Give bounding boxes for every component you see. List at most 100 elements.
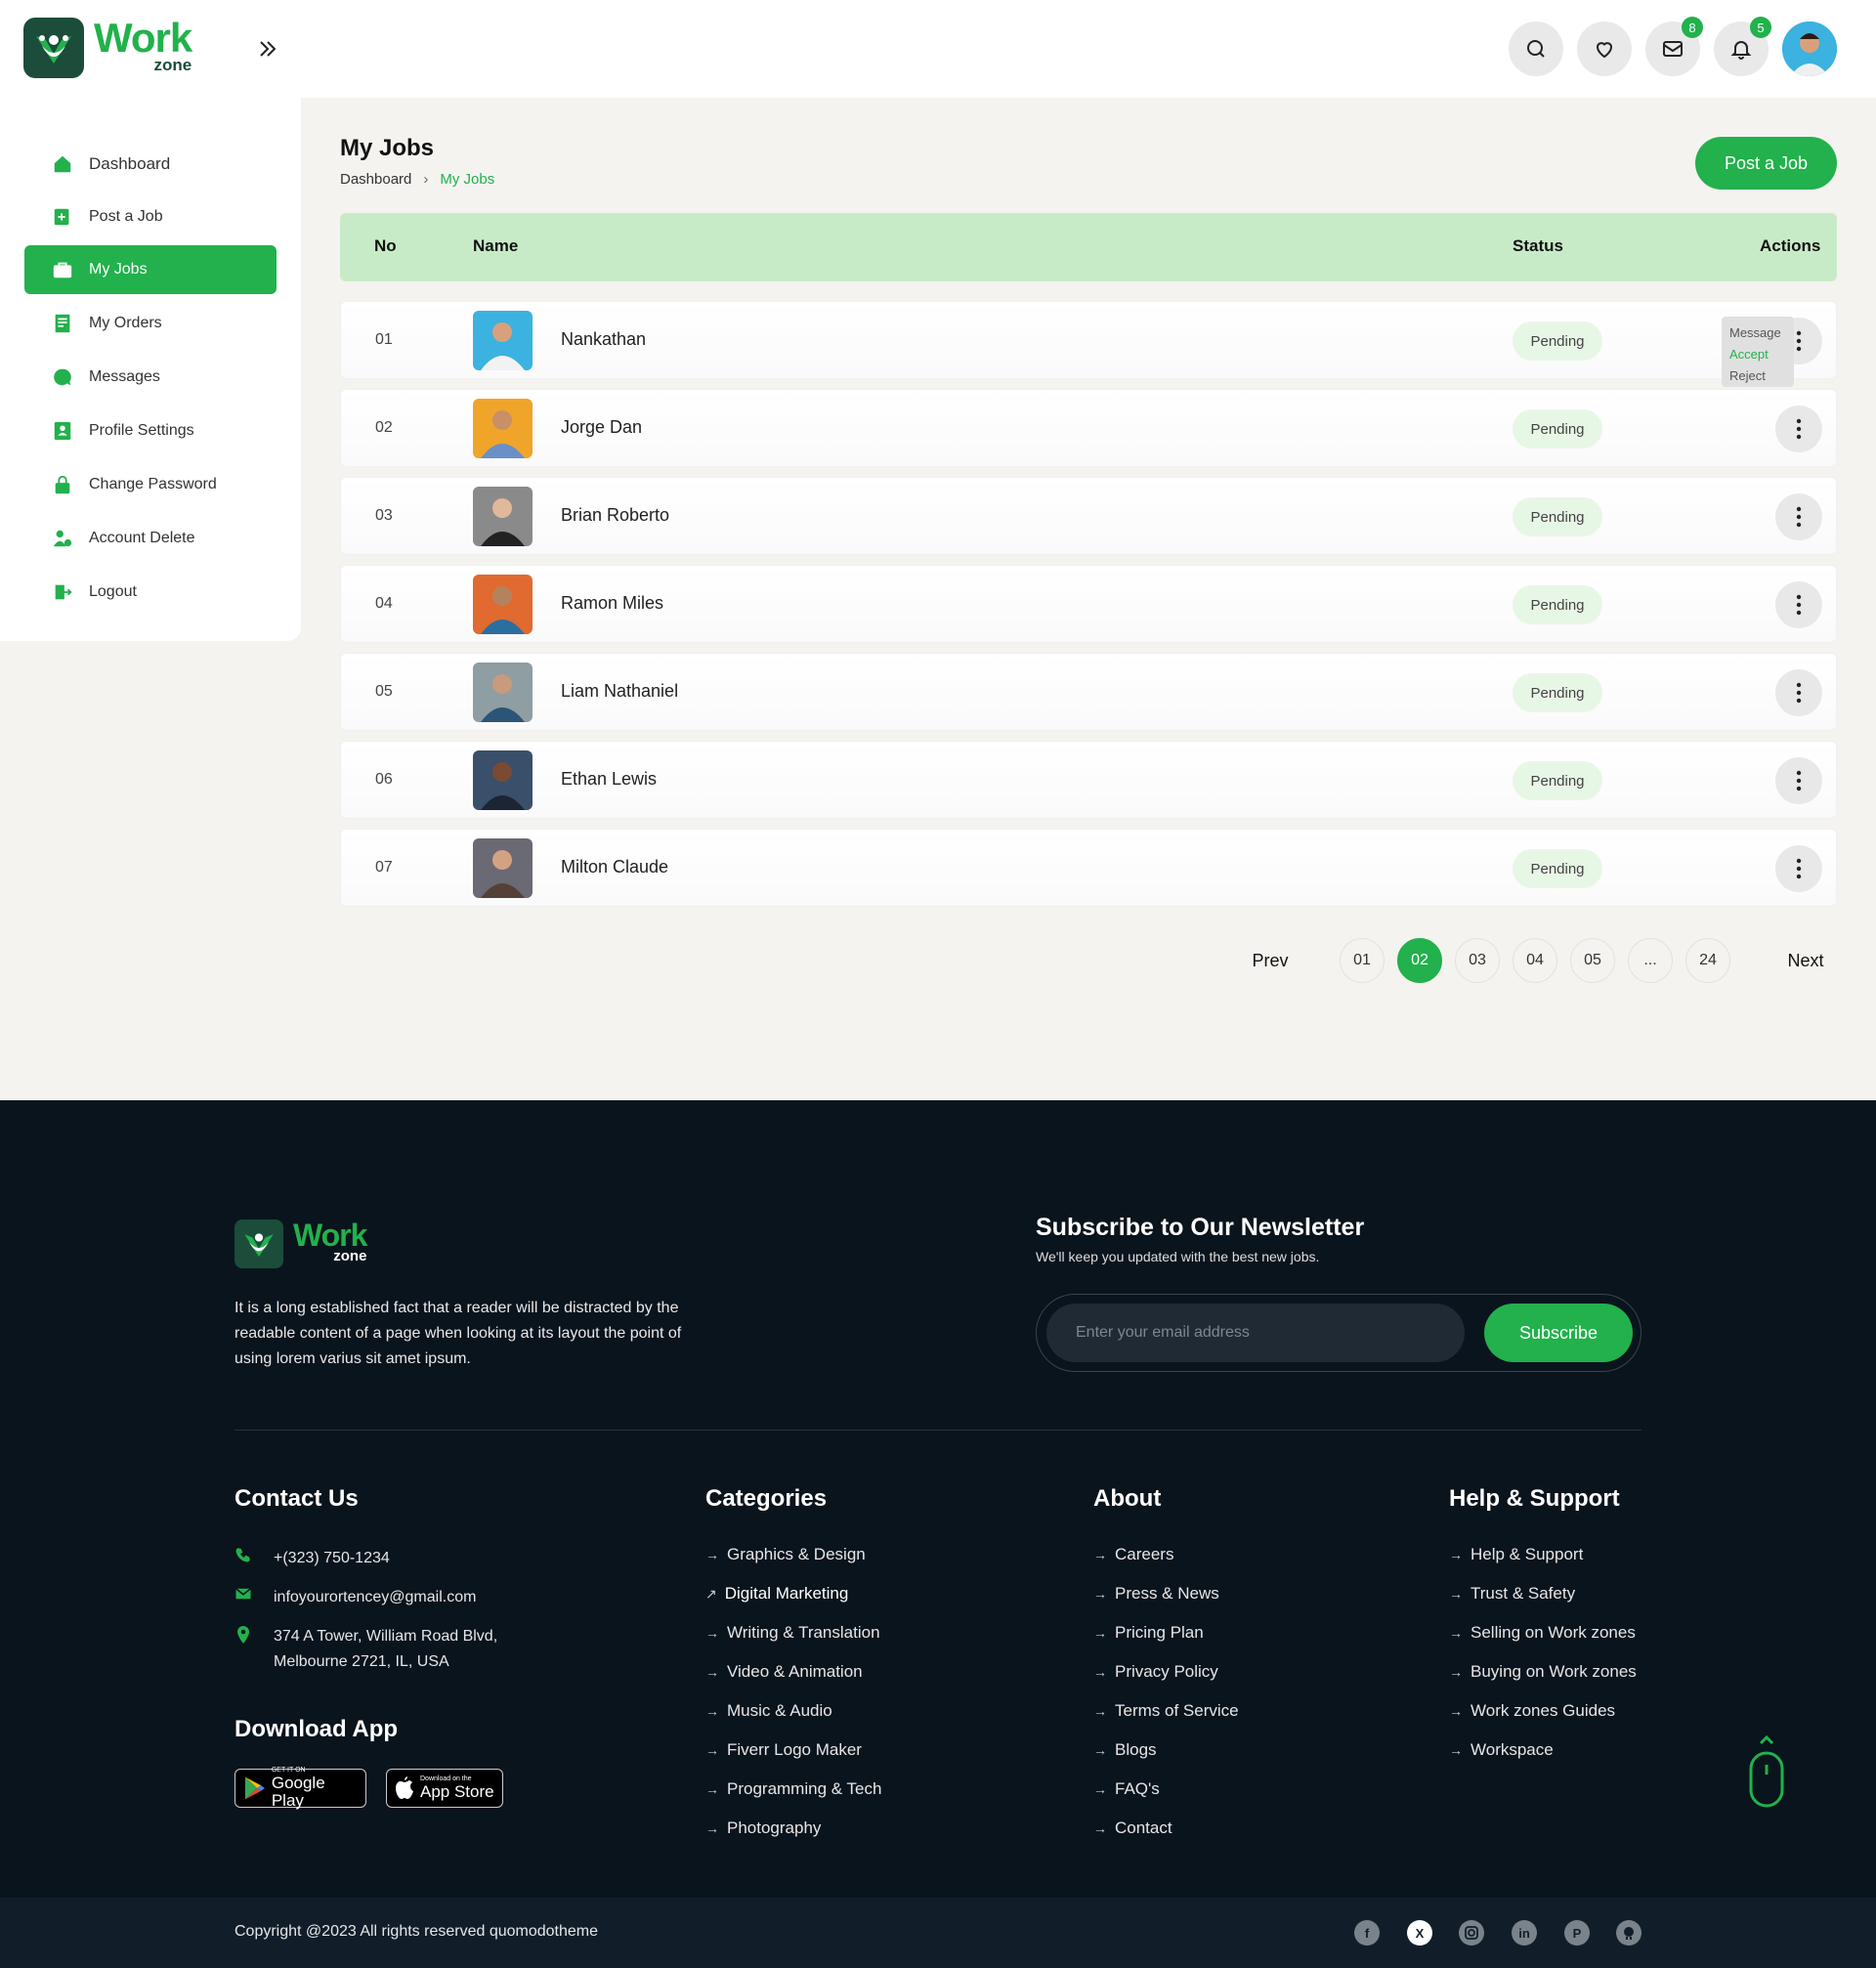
google-play-icon [244, 1776, 265, 1800]
subscribe-button[interactable]: Subscribe [1484, 1304, 1633, 1362]
sidebar-item-my-jobs[interactable]: My Jobs [24, 245, 277, 294]
sidebar-item-account-delete[interactable]: Account Delete [24, 514, 277, 563]
help-link[interactable]: → Selling on Work zones [1449, 1623, 1636, 1643]
notifications-button[interactable]: 5 [1714, 17, 1771, 76]
about-link[interactable]: → FAQ's [1093, 1779, 1160, 1799]
arrow-right-icon: → [705, 1664, 719, 1680]
chat-icon [54, 368, 71, 386]
x-twitter-icon[interactable]: X [1407, 1920, 1432, 1946]
candidate-name[interactable]: Ethan Lewis [561, 769, 657, 790]
instagram-icon[interactable] [1459, 1920, 1484, 1946]
row-actions-button[interactable] [1775, 406, 1822, 452]
candidate-photo [473, 663, 533, 722]
candidate-name[interactable]: Milton Claude [561, 857, 668, 877]
candidate-name[interactable]: Brian Roberto [561, 505, 669, 526]
messages-button[interactable]: 8 [1645, 17, 1703, 76]
help-link[interactable]: → Help & Support [1449, 1545, 1583, 1564]
footer-about-text: It is a long established fact that a rea… [234, 1300, 682, 1367]
row-actions-button[interactable] [1775, 669, 1822, 716]
status-badge: Pending [1513, 321, 1602, 361]
help-link[interactable]: → Trust & Safety [1449, 1584, 1575, 1604]
logout-icon [55, 584, 72, 600]
menu-item-accept[interactable]: Accept [1729, 344, 1786, 365]
sidebar-item-messages[interactable]: Messages [24, 353, 277, 402]
sidebar-item-change-password[interactable]: Change Password [24, 460, 277, 509]
sidebar-item-logout[interactable]: Logout [24, 568, 277, 617]
about-link[interactable]: → Privacy Policy [1093, 1662, 1218, 1682]
page-01[interactable]: 01 [1340, 938, 1385, 983]
col-header-status: Status [1513, 236, 1563, 255]
cat-link[interactable]: → Writing & Translation [705, 1623, 880, 1643]
page-03[interactable]: 03 [1455, 938, 1500, 983]
arrow-right-icon: → [705, 1703, 719, 1719]
candidate-name[interactable]: Liam Nathaniel [561, 681, 678, 702]
google-play-badge[interactable]: GET IT ON Google Play [234, 1767, 366, 1810]
cat-link[interactable]: → Photography [705, 1818, 821, 1838]
contact-phone[interactable]: +(323) 750-1234 [234, 1546, 390, 1571]
contact-email[interactable]: infoyourortencey@gmail.com [234, 1585, 476, 1610]
sidebar-toggle-icon[interactable] [252, 33, 283, 64]
user-avatar[interactable] [1782, 21, 1837, 76]
github-icon[interactable] [1616, 1920, 1642, 1946]
arrow-right-icon: → [1093, 1586, 1107, 1602]
about-link[interactable]: → Pricing Plan [1093, 1623, 1204, 1643]
more-vertical-icon [1796, 594, 1802, 616]
candidate-photo [473, 838, 533, 898]
download-app-title: Download App [234, 1716, 399, 1742]
sidebar-item-profile-settings[interactable]: Profile Settings [24, 406, 277, 455]
cat-link[interactable]: ↗ Digital Marketing [705, 1584, 848, 1604]
sidebar-item-dashboard[interactable]: Dashboard [24, 140, 277, 189]
candidate-name[interactable]: Ramon Miles [561, 593, 663, 614]
arrow-right-icon: → [1093, 1547, 1107, 1562]
sidebar-item-label: Messages [89, 368, 160, 385]
cat-link[interactable]: → Music & Audio [705, 1701, 832, 1721]
cat-link[interactable]: → Fiverr Logo Maker [705, 1740, 862, 1760]
cat-link[interactable]: → Graphics & Design [705, 1545, 866, 1564]
facebook-icon[interactable]: f [1354, 1920, 1380, 1946]
linkedin-icon[interactable]: in [1512, 1920, 1537, 1946]
help-link[interactable]: → Workspace [1449, 1740, 1554, 1760]
pagination-next[interactable]: Next [1784, 938, 1827, 983]
candidate-name[interactable]: Nankathan [561, 329, 646, 350]
page-02[interactable]: 02 [1397, 938, 1442, 983]
page-04[interactable]: 04 [1513, 938, 1557, 983]
about-link[interactable]: → Contact [1093, 1818, 1172, 1838]
sidebar-item-my-orders[interactable]: My Orders [24, 299, 277, 348]
page-24[interactable]: 24 [1685, 938, 1730, 983]
sidebar-item-label: Post a Job [89, 208, 163, 225]
apple-icon [396, 1776, 413, 1799]
sidebar-item-label: Logout [89, 583, 137, 600]
cat-link[interactable]: → Video & Animation [705, 1662, 863, 1682]
help-link[interactable]: → Work zones Guides [1449, 1701, 1615, 1721]
about-link[interactable]: → Terms of Service [1093, 1701, 1239, 1721]
newsletter-email-input[interactable] [1046, 1304, 1465, 1362]
about-link[interactable]: → Blogs [1093, 1740, 1157, 1760]
about-link[interactable]: → Careers [1093, 1545, 1173, 1564]
pinterest-icon[interactable]: P [1564, 1920, 1590, 1946]
row-actions-button[interactable] [1775, 757, 1822, 804]
post-job-button[interactable]: Post a Job [1695, 137, 1837, 190]
row-actions-button[interactable] [1775, 845, 1822, 892]
search-button[interactable] [1509, 21, 1563, 76]
pagination-prev[interactable]: Prev [1251, 938, 1290, 983]
footer-logo[interactable]: Work zone [234, 1219, 367, 1268]
page-ellipsis: ... [1628, 938, 1673, 983]
menu-item-reject[interactable]: Reject [1729, 365, 1786, 387]
breadcrumb-parent[interactable]: Dashboard [340, 171, 411, 188]
sidebar-item-post-job[interactable]: Post a Job [24, 193, 277, 241]
brand-logo[interactable]: Work zone [23, 18, 192, 78]
cat-link[interactable]: → Programming & Tech [705, 1779, 881, 1799]
app-store-badge[interactable]: Download on the App Store [386, 1769, 503, 1808]
page-05[interactable]: 05 [1570, 938, 1615, 983]
candidate-name[interactable]: Jorge Dan [561, 417, 642, 438]
scroll-to-top-icon[interactable] [1749, 1733, 1784, 1810]
profile-icon [54, 421, 71, 441]
about-link[interactable]: → Press & News [1093, 1584, 1219, 1604]
wishlist-button[interactable] [1577, 21, 1632, 76]
row-actions-button[interactable] [1775, 581, 1822, 628]
status-badge: Pending [1513, 673, 1602, 712]
menu-item-message[interactable]: Message [1729, 322, 1786, 344]
row-actions-button[interactable] [1775, 493, 1822, 540]
arrow-right-icon: → [705, 1547, 719, 1562]
help-link[interactable]: → Buying on Work zones [1449, 1662, 1637, 1682]
